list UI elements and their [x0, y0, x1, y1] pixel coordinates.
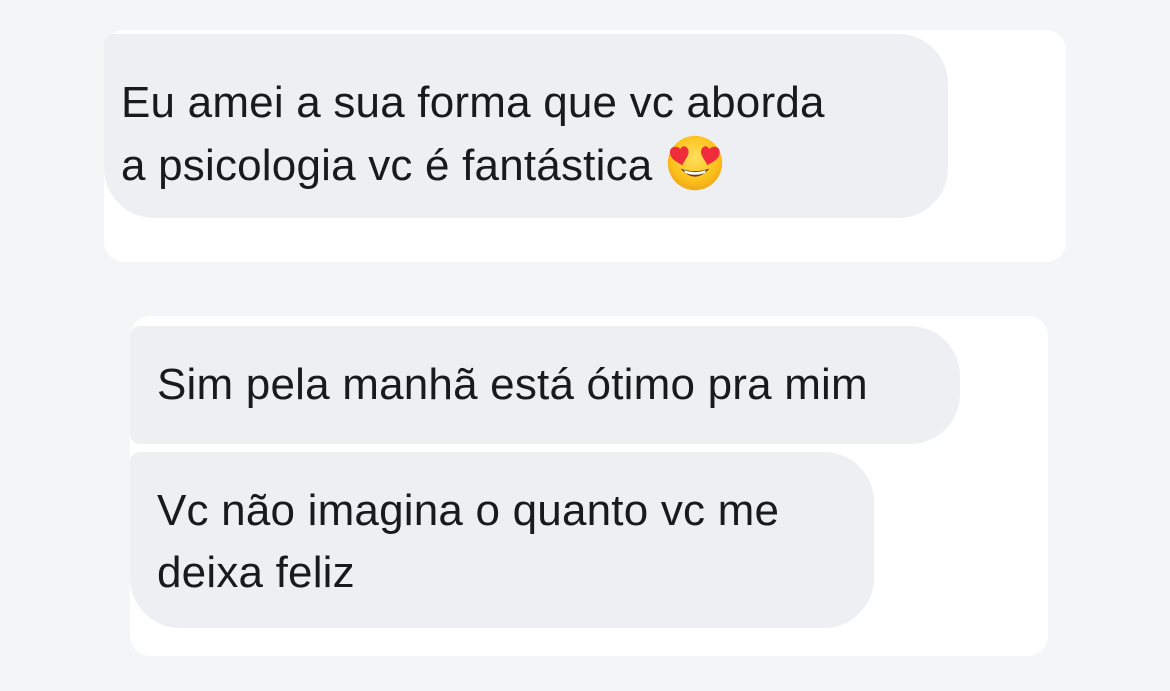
message-text-line: Sim pela manhã está ótimo pra mim	[157, 360, 868, 409]
message-bubble[interactable]: Eu amei a sua forma que vc aborda a psic…	[104, 34, 948, 218]
chat-screenshot: Eu amei a sua forma que vc aborda a psic…	[0, 0, 1170, 691]
message-text-line: a psicologia vc é fantástica	[121, 134, 948, 197]
message-text-line: Eu amei a sua forma que vc aborda	[121, 78, 825, 127]
message-bubble[interactable]: Sim pela manhã está ótimo pra mim	[130, 326, 960, 444]
message-text: a psicologia vc é fantástica	[121, 141, 653, 190]
heart-eyes-emoji-icon	[668, 135, 723, 191]
message-text-line: Vc não imagina o quanto vc me	[157, 486, 780, 535]
message-bubble[interactable]: Vc não imagina o quanto vc me deixa feli…	[130, 452, 874, 628]
message-text-line: deixa feliz	[157, 548, 355, 597]
